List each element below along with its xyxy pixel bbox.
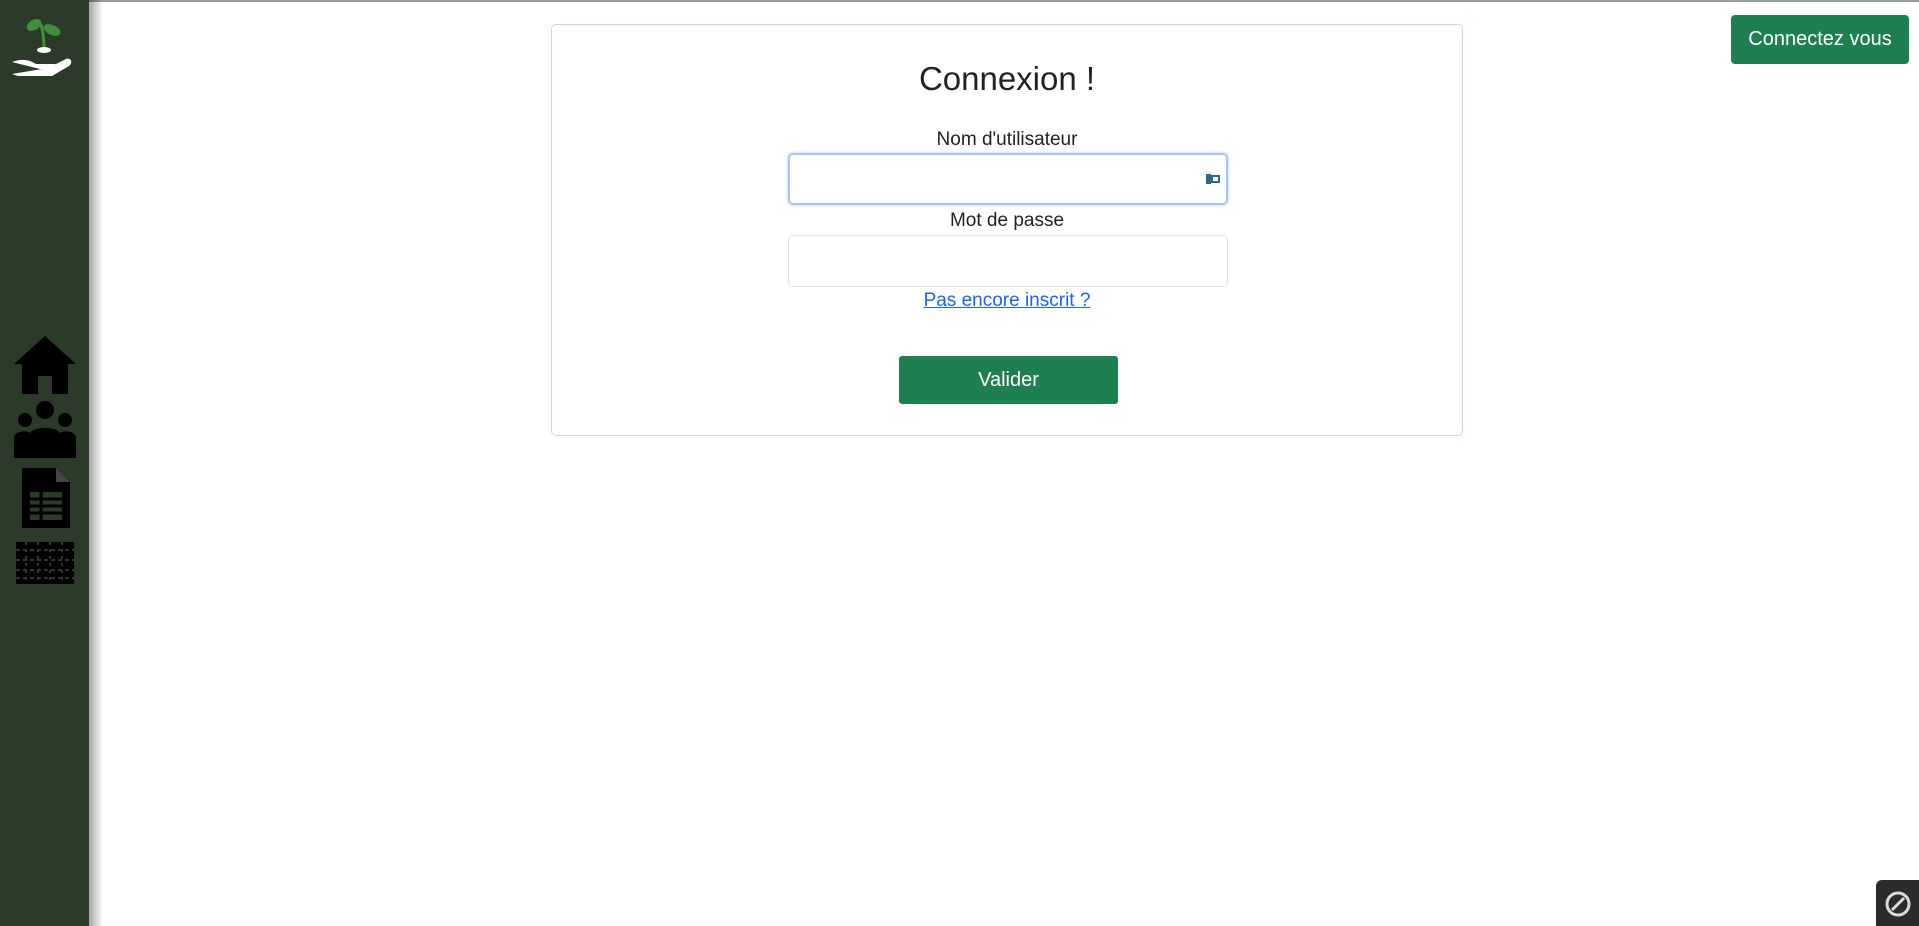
sidebar	[0, 0, 89, 926]
register-link[interactable]: Pas encore inscrit ?	[552, 290, 1462, 312]
login-card: Connexion ! Nom d'utilisateur Mot de pas…	[551, 24, 1463, 436]
autofill-key-icon[interactable]	[1206, 171, 1220, 187]
password-field[interactable]	[788, 235, 1228, 287]
users-group-icon[interactable]	[12, 400, 78, 460]
spreadsheet-document-icon[interactable]	[12, 466, 78, 530]
sidebar-shadow	[89, 0, 103, 926]
username-label: Nom d'utilisateur	[936, 129, 1078, 150]
home-icon[interactable]	[12, 332, 78, 396]
connect-button[interactable]: Connectez vous	[1731, 15, 1909, 64]
top-border	[0, 0, 1919, 2]
username-field[interactable]	[788, 153, 1228, 205]
gear-icon	[1885, 891, 1911, 917]
corner-widget[interactable]	[1876, 880, 1919, 926]
password-label: Mot de passe	[949, 210, 1065, 231]
grid-field-icon[interactable]	[12, 540, 78, 586]
seedling-hand-icon[interactable]	[8, 10, 80, 80]
submit-button[interactable]: Valider	[899, 356, 1118, 404]
page-title: Connexion !	[918, 60, 1096, 97]
